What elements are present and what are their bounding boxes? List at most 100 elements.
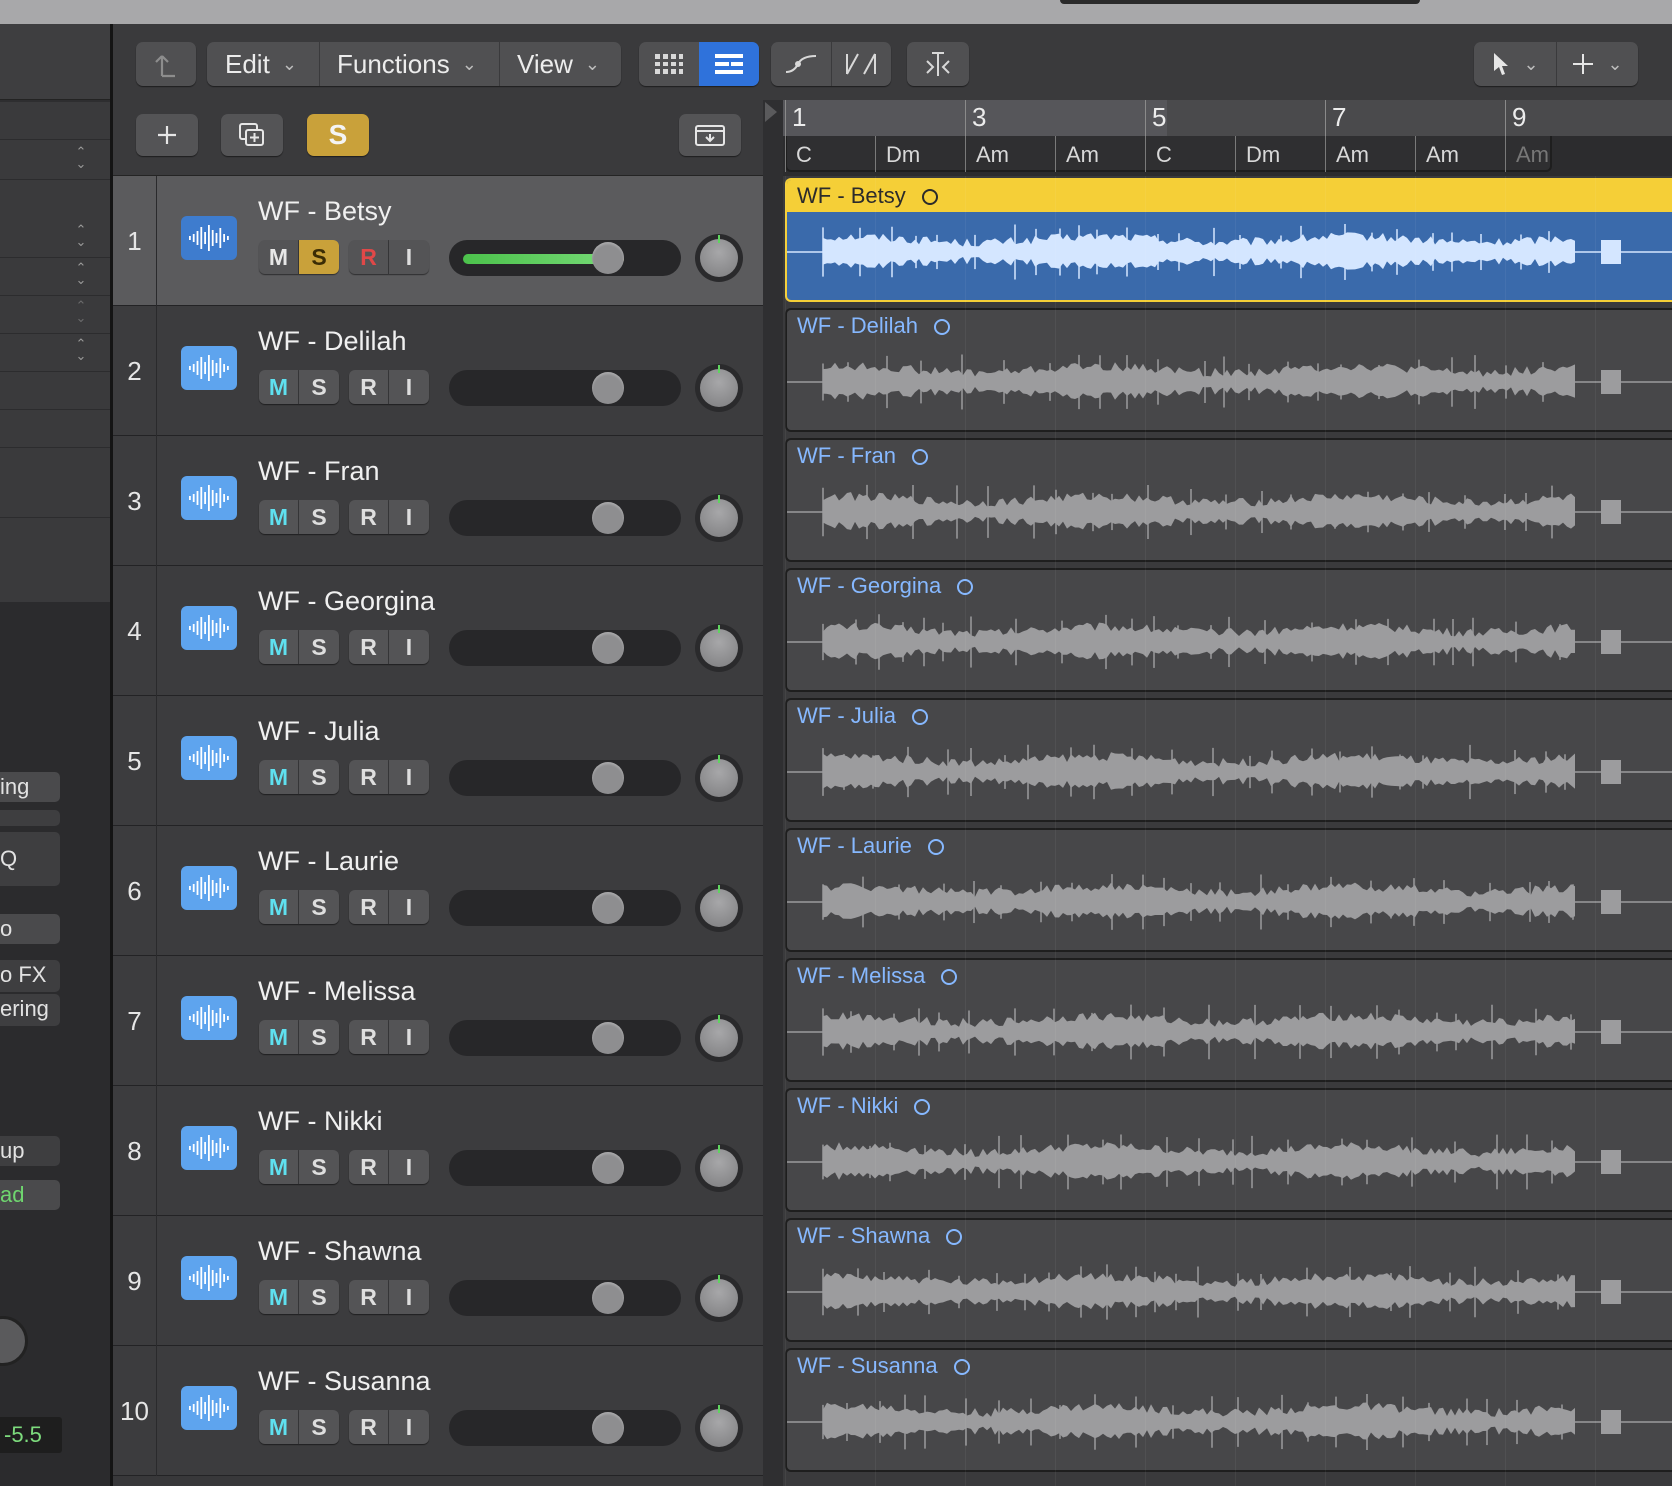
volume-fader-knob[interactable] (592, 1282, 624, 1314)
track-lane[interactable]: WF - Melissa (783, 956, 1672, 1086)
record-enable-button[interactable]: R (349, 1020, 389, 1054)
inspector-row[interactable]: ⌃ ⌄ (0, 142, 110, 180)
solo-button[interactable]: S (299, 240, 339, 274)
volume-fader[interactable] (449, 1150, 681, 1186)
mute-button[interactable]: M (259, 760, 299, 794)
volume-fader-knob[interactable] (592, 502, 624, 534)
mute-button[interactable]: M (259, 240, 299, 274)
updown-stepper-icon[interactable]: ⌃ ⌄ (72, 337, 90, 368)
track-name[interactable]: WF - Shawna (258, 1236, 422, 1267)
chord-label[interactable]: Dm (1235, 136, 1280, 172)
mute-button[interactable]: M (259, 1280, 299, 1314)
chord-label[interactable]: Am (1325, 136, 1369, 172)
solo-button[interactable]: S (299, 1020, 339, 1054)
record-enable-button[interactable]: R (349, 370, 389, 404)
updown-stepper-icon[interactable]: ⌃ ⌄ (72, 223, 90, 254)
record-enable-button[interactable]: R (349, 240, 389, 274)
audio-region[interactable]: WF - Shawna (785, 1218, 1672, 1342)
mute-button[interactable]: M (259, 890, 299, 924)
input-monitor-button[interactable]: I (389, 890, 429, 924)
flex-time-button[interactable] (831, 42, 891, 86)
audio-track-icon[interactable] (181, 346, 237, 390)
input-monitor-button[interactable]: I (389, 500, 429, 534)
audio-region[interactable]: WF - Julia (785, 698, 1672, 822)
inspector-row[interactable]: ⌃ ⌄ (0, 258, 110, 296)
inspector-setting-button[interactable]: ing (0, 772, 60, 802)
input-monitor-button[interactable]: I (389, 370, 429, 404)
mute-button[interactable]: M (259, 370, 299, 404)
audio-track-icon[interactable] (181, 996, 237, 1040)
panel-divider[interactable] (763, 100, 783, 1486)
pan-knob[interactable] (695, 1404, 743, 1452)
track-name[interactable]: WF - Betsy (258, 196, 392, 227)
volume-fader-knob[interactable] (592, 762, 624, 794)
audio-track-icon[interactable] (181, 866, 237, 910)
updown-stepper-icon[interactable]: ⌃ ⌄ (72, 261, 90, 292)
audio-region[interactable]: WF - Nikki (785, 1088, 1672, 1212)
track-lane[interactable]: WF - Laurie (783, 826, 1672, 956)
audio-region[interactable]: WF - Delilah (785, 308, 1672, 432)
track-name[interactable]: WF - Fran (258, 456, 380, 487)
catch-playhead-button[interactable] (907, 42, 969, 86)
tracks-area[interactable]: WF - Betsy WF - Delilah WF - Fran WF - Geor… (783, 176, 1672, 1486)
track-header[interactable]: 2 WF - Delilah M S R I (113, 306, 763, 436)
global-solo-button[interactable]: S (307, 114, 369, 156)
track-lane[interactable]: WF - Betsy (783, 176, 1672, 306)
record-enable-button[interactable]: R (349, 500, 389, 534)
track-lane[interactable]: WF - Nikki (783, 1086, 1672, 1216)
audio-track-icon[interactable] (181, 1126, 237, 1170)
track-name[interactable]: WF - Delilah (258, 326, 407, 357)
track-lane[interactable]: WF - Fran (783, 436, 1672, 566)
track-lane[interactable]: WF - Georgina (783, 566, 1672, 696)
volume-fader[interactable] (449, 630, 681, 666)
volume-value[interactable]: -5.5 (0, 1417, 62, 1453)
solo-button[interactable]: S (299, 890, 339, 924)
input-monitor-button[interactable]: I (389, 1280, 429, 1314)
metering-slot[interactable]: ering (0, 994, 60, 1026)
pan-knob[interactable] (695, 1014, 743, 1062)
chord-label[interactable]: Am (1055, 136, 1099, 172)
audio-region[interactable]: WF - Georgina (785, 568, 1672, 692)
input-monitor-button[interactable]: I (389, 1150, 429, 1184)
automation-curve-button[interactable] (771, 42, 831, 86)
track-name[interactable]: WF - Melissa (258, 976, 416, 1007)
volume-fader-knob[interactable] (592, 1412, 624, 1444)
track-header[interactable]: 8 WF - Nikki M S R I (113, 1086, 763, 1216)
mute-button[interactable]: M (259, 1020, 299, 1054)
back-up-button[interactable] (136, 42, 196, 86)
bar-number[interactable]: 5 (1145, 100, 1166, 136)
mute-button[interactable]: M (259, 1410, 299, 1444)
solo-button[interactable]: S (299, 760, 339, 794)
solo-button[interactable]: S (299, 1150, 339, 1184)
volume-fader-knob[interactable] (592, 242, 624, 274)
secondary-tool-menu[interactable]: ⌄ (1556, 42, 1638, 86)
pan-knob[interactable] (695, 1274, 743, 1322)
list-view-button[interactable] (699, 42, 759, 86)
solo-button[interactable]: S (299, 1410, 339, 1444)
input-monitor-button[interactable]: I (389, 240, 429, 274)
inspector-row[interactable]: ⌃ ⌄ (0, 334, 110, 372)
collapse-tracks-button[interactable] (679, 114, 741, 156)
mute-button[interactable]: M (259, 500, 299, 534)
chord-label[interactable]: Am (965, 136, 1009, 172)
volume-fader[interactable] (449, 240, 681, 276)
bar-number[interactable]: 3 (965, 100, 986, 136)
bar-number[interactable]: 7 (1325, 100, 1346, 136)
bar-ruler[interactable] (783, 100, 1672, 136)
track-lane[interactable]: WF - Susanna (783, 1346, 1672, 1476)
solo-button[interactable]: S (299, 630, 339, 664)
track-name[interactable]: WF - Laurie (258, 846, 399, 877)
volume-fader-knob[interactable] (592, 1022, 624, 1054)
inspector-input-button[interactable]: o (0, 914, 60, 944)
audio-fx-slot[interactable]: o FX (0, 960, 60, 992)
volume-fader[interactable] (449, 1280, 681, 1316)
volume-fader-knob[interactable] (592, 892, 624, 924)
view-menu[interactable]: View ⌄ (517, 42, 600, 86)
mute-button[interactable]: M (259, 630, 299, 664)
record-enable-button[interactable]: R (349, 1280, 389, 1314)
bar-number[interactable]: 1 (785, 100, 806, 136)
volume-fader[interactable] (449, 1020, 681, 1056)
volume-fader[interactable] (449, 370, 681, 406)
input-monitor-button[interactable]: I (389, 1410, 429, 1444)
inspector-row[interactable]: ⌃ ⌄ (0, 296, 110, 334)
